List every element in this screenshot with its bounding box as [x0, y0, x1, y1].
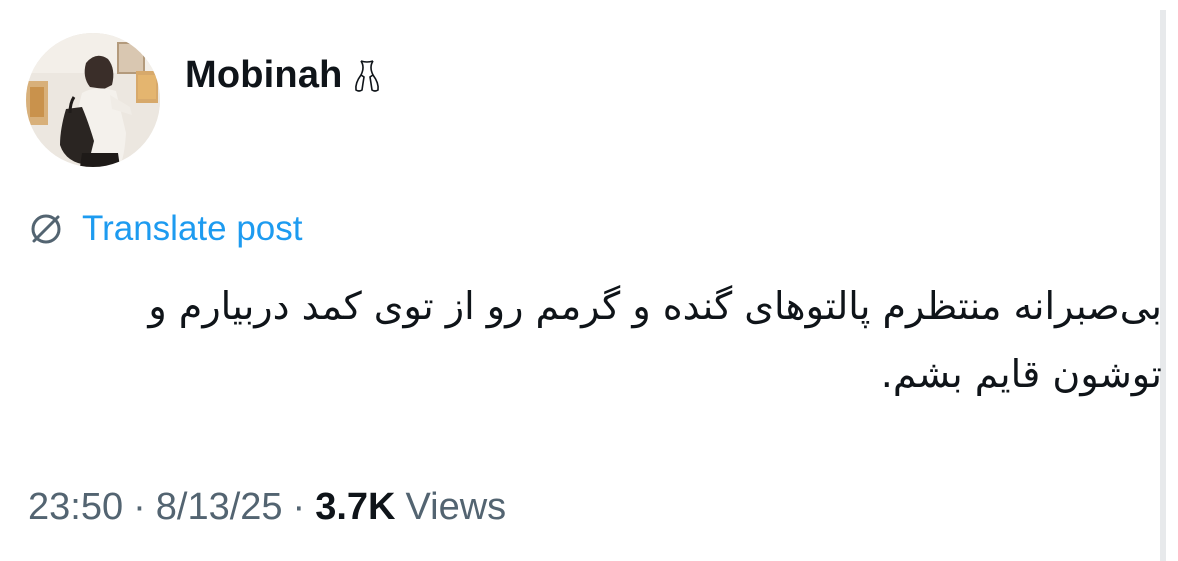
views-label: Views: [405, 485, 507, 528]
post-date[interactable]: 8/13/25: [156, 486, 283, 529]
views-count[interactable]: 3.7K: [315, 486, 395, 529]
author-row: Mobinah: [185, 50, 381, 100]
post-meta: 23:50 · 8/13/25 · 3.7K Views: [28, 482, 506, 532]
globe-icon: [28, 211, 64, 247]
post-time[interactable]: 23:50: [28, 486, 123, 529]
ballet-shoes-emoji-icon: [353, 57, 381, 93]
meta-separator: ·: [133, 485, 146, 528]
translate-post-label: Translate post: [82, 209, 303, 248]
meta-separator: ·: [292, 485, 306, 528]
post-text: بی‌صبرانه منتظرم پالتوهای گنده و گرمم رو…: [136, 284, 1162, 396]
translate-post-link[interactable]: Translate post: [28, 207, 302, 251]
profile-photo: [26, 33, 160, 167]
author-display-name[interactable]: Mobinah: [185, 54, 343, 97]
avatar[interactable]: [26, 33, 160, 167]
